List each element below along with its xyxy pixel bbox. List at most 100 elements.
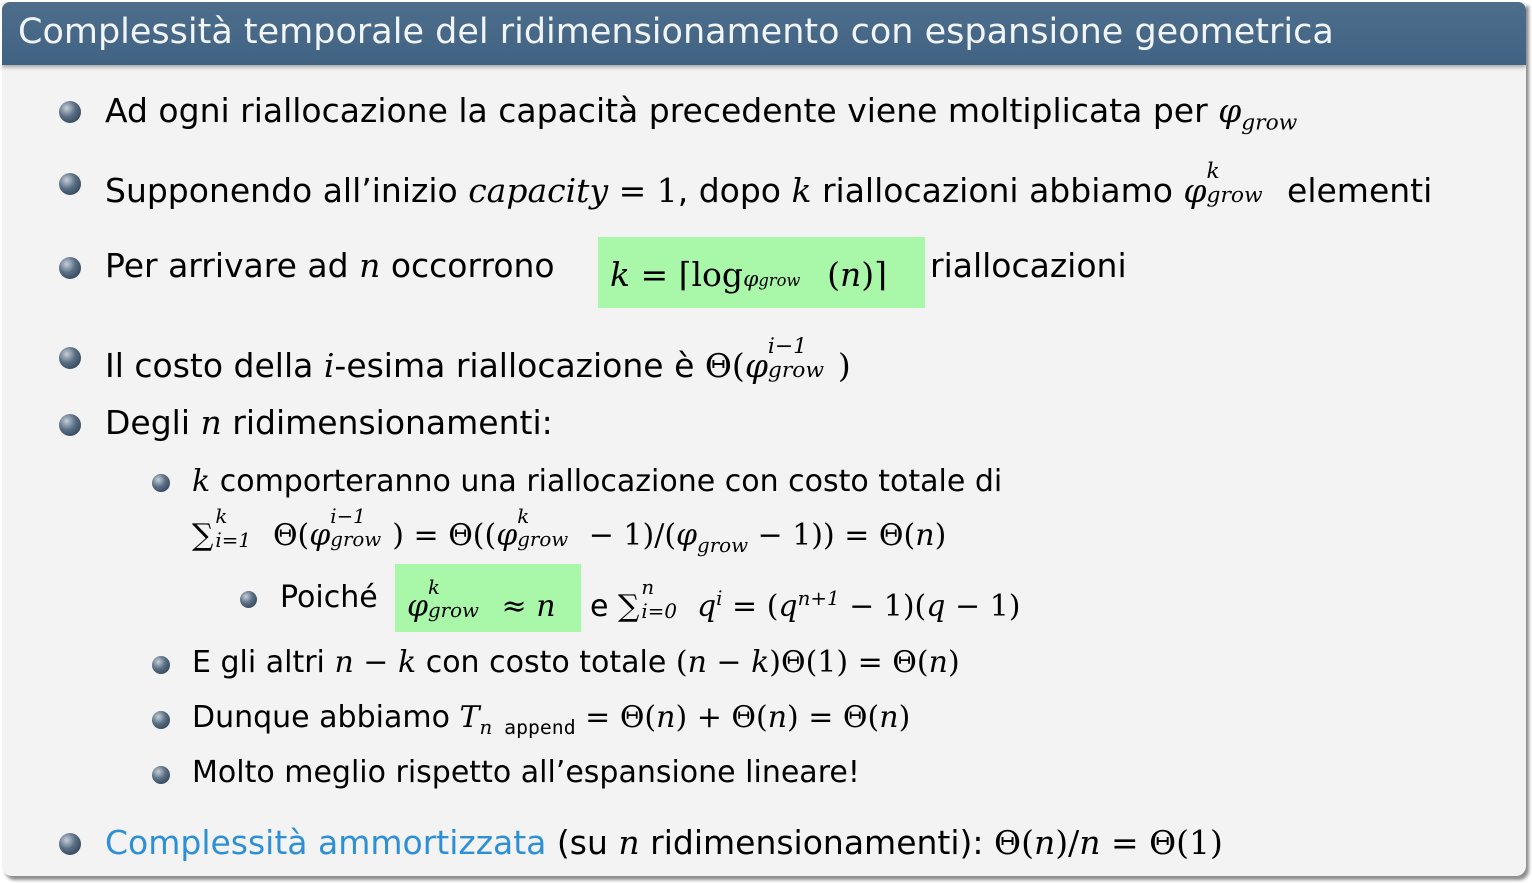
bullet-icon bbox=[152, 766, 170, 784]
slide: Complessità temporale del ridimensioname… bbox=[2, 2, 1526, 876]
math-scripts: k i=1 bbox=[213, 505, 263, 552]
text-fragment: , dopo bbox=[677, 171, 792, 210]
text-fragment: Supponendo all’inizio bbox=[105, 171, 469, 210]
math-paren: ( bbox=[675, 645, 688, 680]
math-expr: = Θ(1) bbox=[1100, 823, 1223, 862]
sub-item-4: Molto meglio rispetto all’espansione lin… bbox=[192, 755, 860, 790]
bullet-item-1: Ad ogni riallocazione la capacità preced… bbox=[105, 91, 1297, 144]
math-equals-one: = 1 bbox=[608, 171, 678, 210]
math-scripts: k grow bbox=[428, 576, 492, 622]
math-expr: = ( bbox=[722, 589, 779, 624]
math-subscript: grow bbox=[1241, 110, 1298, 136]
sub-item-3: Dunque abbiamo Tn append = Θ(n) + Θ(n) =… bbox=[192, 700, 910, 746]
math-paren: ) bbox=[837, 346, 851, 385]
math-sum: ∑ bbox=[192, 518, 214, 553]
math-subscript: n bbox=[479, 716, 493, 739]
math-subscript: grow bbox=[697, 534, 749, 557]
math-phi: φ bbox=[743, 267, 759, 292]
text-fragment: con costo totale bbox=[416, 645, 676, 680]
math-paren: ) bbox=[934, 518, 947, 553]
math-ceil-log: = ⌈log bbox=[630, 255, 744, 294]
math-n: n bbox=[200, 403, 222, 442]
text-fragment: elementi bbox=[1276, 171, 1433, 210]
math-expr: ) = Θ(( bbox=[392, 518, 497, 553]
math-expr: ) = Θ( bbox=[787, 700, 880, 735]
text-fragment: E gli altri bbox=[192, 645, 335, 680]
math-paren: ( bbox=[827, 255, 840, 294]
math-subscript: grow bbox=[517, 528, 569, 551]
math-phi: φ bbox=[309, 518, 331, 553]
math-n: n bbox=[879, 700, 899, 735]
math-expr: − 1)) = Θ( bbox=[748, 518, 916, 553]
bullet-icon bbox=[152, 656, 170, 674]
math-n: n bbox=[536, 589, 556, 624]
math-expr: = Θ( bbox=[575, 700, 657, 735]
text-fragment: Degli bbox=[105, 403, 201, 442]
bullet-item-6: Complessità ammortizzata (su n ridimensi… bbox=[105, 823, 1223, 863]
math-q: q bbox=[926, 589, 946, 624]
math-scripts: n i=0 bbox=[639, 576, 687, 623]
math-n: n bbox=[1033, 823, 1056, 862]
math-paren: ) bbox=[898, 700, 911, 735]
math-capacity: capacity bbox=[468, 171, 609, 210]
math-phi: φ bbox=[1218, 91, 1242, 130]
math-k: k bbox=[751, 645, 770, 680]
text-fragment: ridimensionamenti): bbox=[639, 823, 995, 862]
math-theta: Θ( bbox=[704, 346, 745, 385]
math-sum: ∑ bbox=[618, 589, 640, 624]
math-n: n bbox=[334, 645, 354, 680]
math-paren: ) bbox=[947, 645, 960, 680]
bullet-icon bbox=[59, 833, 81, 855]
math-k: k bbox=[610, 255, 630, 294]
math-superscript: n+1 bbox=[797, 587, 840, 610]
text-fragment: Per arrivare ad bbox=[105, 246, 360, 285]
bullet-icon bbox=[59, 414, 81, 436]
text-fragment: e bbox=[590, 589, 618, 624]
sub-item-1-formula: ∑ k i=1 Θ(φ i−1 grow) = Θ((φ k grow − 1)/(φgro… bbox=[192, 505, 947, 564]
math-theta: Θ( bbox=[263, 518, 310, 553]
math-phi: φ bbox=[496, 518, 518, 553]
math-subscript: grow bbox=[1206, 183, 1263, 208]
math-n: n bbox=[915, 518, 935, 553]
math-k: k bbox=[192, 464, 211, 499]
sub-sub-item-formula: e ∑ n i=0 qi = (qn+1 − 1)(q − 1) bbox=[590, 576, 1021, 625]
bullet-icon bbox=[152, 474, 170, 492]
text-fragment: riallocazioni bbox=[930, 246, 1127, 285]
text-fragment: (su bbox=[546, 823, 619, 862]
math-phi: φ bbox=[676, 518, 698, 553]
amortized-complexity-link[interactable]: Complessità ammortizzata bbox=[105, 823, 546, 862]
bullet-icon bbox=[59, 347, 81, 369]
math-n: n bbox=[1079, 823, 1101, 862]
math-subscript: grow bbox=[330, 528, 382, 551]
bullet-item-5: Degli n ridimensionamenti: bbox=[105, 403, 553, 443]
math-scripts: φgrow bbox=[743, 246, 827, 292]
slide-title: Complessità temporale del ridimensioname… bbox=[18, 12, 1334, 52]
math-n: n bbox=[928, 645, 948, 680]
math-n: n bbox=[656, 700, 676, 735]
math-i: i bbox=[323, 346, 335, 385]
math-scripts: k grow bbox=[1207, 159, 1277, 208]
math-subscript: grow bbox=[428, 599, 479, 622]
math-scripts: i−1 grow bbox=[330, 505, 392, 551]
math-subscript: grow bbox=[758, 271, 801, 290]
math-n: n bbox=[767, 700, 788, 735]
text-fragment: occorrono bbox=[380, 246, 555, 285]
math-minus: − bbox=[706, 645, 752, 680]
highlighted-formula: φ k grow ≈ n bbox=[407, 576, 556, 625]
sub-item-1: k comporteranno una riallocazione con co… bbox=[192, 464, 1002, 500]
math-approx: ≈ bbox=[492, 589, 537, 624]
math-subscript: i=0 bbox=[641, 600, 677, 623]
bullet-item-4: Il costo della i-esima riallocazione è Θ… bbox=[105, 334, 851, 386]
math-phi: φ bbox=[407, 589, 429, 624]
text-fragment: Poiché bbox=[280, 580, 378, 615]
math-expr: ) + Θ( bbox=[675, 700, 768, 735]
math-n: n bbox=[687, 645, 707, 680]
bullet-item-2: Supponendo all’inizio capacity = 1, dopo… bbox=[105, 159, 1433, 211]
math-expr: − 1) bbox=[945, 589, 1021, 624]
math-scripts: k grow bbox=[517, 505, 579, 551]
math-T: T bbox=[459, 700, 480, 735]
math-subscript: grow bbox=[767, 358, 824, 383]
math-q: q bbox=[687, 589, 717, 624]
math-expr: − 1)/( bbox=[579, 518, 677, 553]
math-expr: − 1)( bbox=[839, 589, 927, 624]
